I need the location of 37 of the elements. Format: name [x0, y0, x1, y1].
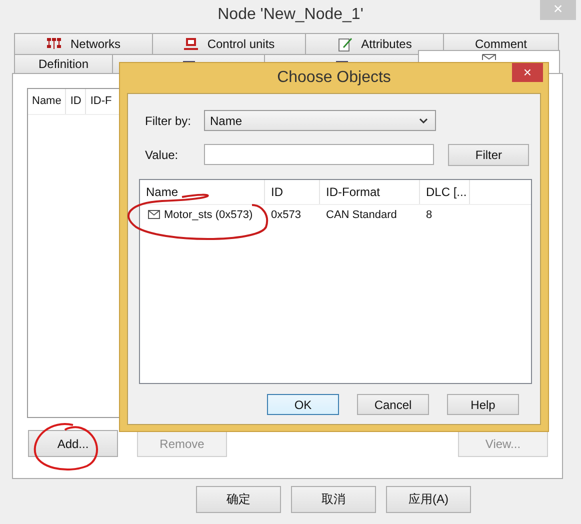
column-header[interactable]: ID — [66, 89, 86, 114]
column-header[interactable]: DLC [... — [420, 180, 470, 204]
table-cell-text: 8 — [425, 208, 434, 220]
button[interactable]: 应用(A) — [386, 486, 471, 513]
tab[interactable]: Definition — [14, 54, 113, 73]
column-header[interactable]: Name — [28, 89, 66, 114]
filter-button[interactable]: Filter — [448, 144, 529, 166]
close-button[interactable]: × — [512, 63, 543, 82]
envelope-icon — [148, 210, 160, 219]
window-title: Node 'New_Node_1' — [218, 6, 364, 24]
network-icon — [46, 37, 62, 51]
tab[interactable]: Control units — [152, 33, 306, 54]
field-label: Value: — [145, 148, 180, 162]
chevron-down-icon — [419, 118, 428, 124]
filter-dropdown[interactable]: Name — [204, 110, 436, 131]
dialog-title: Choose Objects — [277, 69, 391, 87]
column-header[interactable]: ID — [265, 180, 320, 204]
button[interactable]: 取消 — [291, 486, 376, 513]
table-cell[interactable]: Motor_sts (0x573) — [140, 208, 265, 220]
column-header[interactable]: ID-Format — [320, 180, 420, 204]
button[interactable]: Add... — [28, 430, 118, 457]
envelope-icon — [482, 54, 496, 60]
message-name: Motor_sts (0x573) — [164, 208, 253, 220]
button[interactable]: Help — [447, 394, 519, 415]
button[interactable]: Cancel — [357, 394, 429, 415]
table-cell-text: 0x573 — [270, 208, 302, 220]
tab[interactable]: Attributes — [305, 33, 444, 54]
value-field[interactable] — [204, 144, 434, 165]
column-header[interactable]: Name — [140, 180, 265, 204]
tab[interactable]: Networks — [14, 33, 153, 54]
button[interactable]: 确定 — [196, 486, 281, 513]
button[interactable]: OK — [267, 394, 339, 415]
edit-icon — [337, 36, 354, 52]
monitor-icon — [183, 37, 200, 51]
table-cell-text: CAN Standard — [325, 208, 398, 220]
field-label: Filter by: — [145, 114, 192, 128]
column-header[interactable]: ID-F — [86, 89, 112, 114]
